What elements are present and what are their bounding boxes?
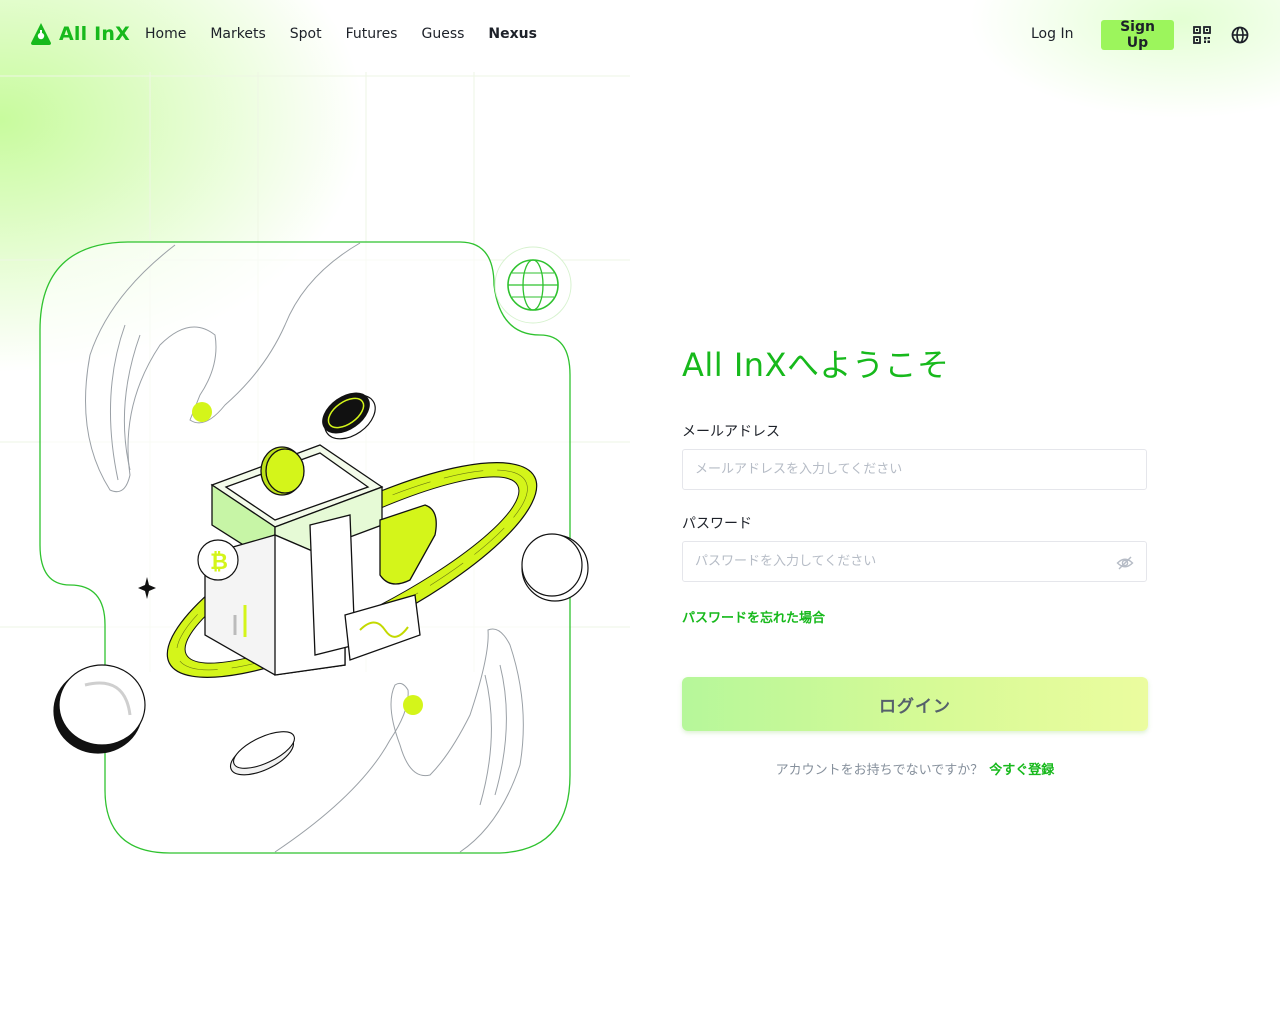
welcome-title: All InXへようこそ — [682, 346, 950, 384]
nav-guess[interactable]: Guess — [421, 26, 464, 42]
register-prompt: アカウントをお持ちでないですか？ 今すぐ登録 — [682, 759, 1148, 778]
nav-nexus[interactable]: Nexus — [488, 26, 537, 42]
eye-off-icon[interactable] — [1116, 554, 1134, 572]
password-field[interactable] — [682, 541, 1147, 582]
forgot-password-link[interactable]: パスワードを忘れた場合 — [682, 607, 825, 626]
qr-code-icon[interactable] — [1193, 26, 1211, 44]
email-label: メールアドレス — [682, 424, 780, 440]
no-account-text: アカウントをお持ちでないですか？ — [775, 763, 984, 778]
bitcoin-coin: ₿ — [197, 539, 239, 581]
main-nav: Home Markets Spot Futures Guess Nexus — [145, 26, 561, 42]
register-link[interactable]: 今すぐ登録 — [989, 763, 1054, 778]
hero-illustration: ₿ — [39, 241, 589, 854]
password-label: パスワード — [682, 516, 752, 532]
login-button[interactable]: ログイン — [682, 677, 1148, 731]
nav-futures[interactable]: Futures — [346, 26, 398, 42]
login-link[interactable]: Log In — [1031, 26, 1073, 42]
globe-icon[interactable] — [1231, 26, 1249, 44]
coin-right — [521, 533, 589, 602]
coin-yellow — [260, 446, 305, 496]
nav-markets[interactable]: Markets — [210, 26, 265, 42]
signup-button[interactable]: Sign Up — [1101, 19, 1174, 51]
globe-badge — [494, 246, 572, 324]
logo-text: All InX — [59, 23, 130, 45]
email-field[interactable] — [682, 449, 1147, 490]
svg-text:₿: ₿ — [210, 550, 228, 575]
brand-logo[interactable]: All InX — [30, 22, 130, 46]
nav-spot[interactable]: Spot — [290, 26, 322, 42]
nav-home[interactable]: Home — [145, 26, 186, 42]
logo-icon — [31, 23, 51, 45]
top-navbar: All InX Home Markets Spot Futures Guess … — [0, 0, 1280, 72]
